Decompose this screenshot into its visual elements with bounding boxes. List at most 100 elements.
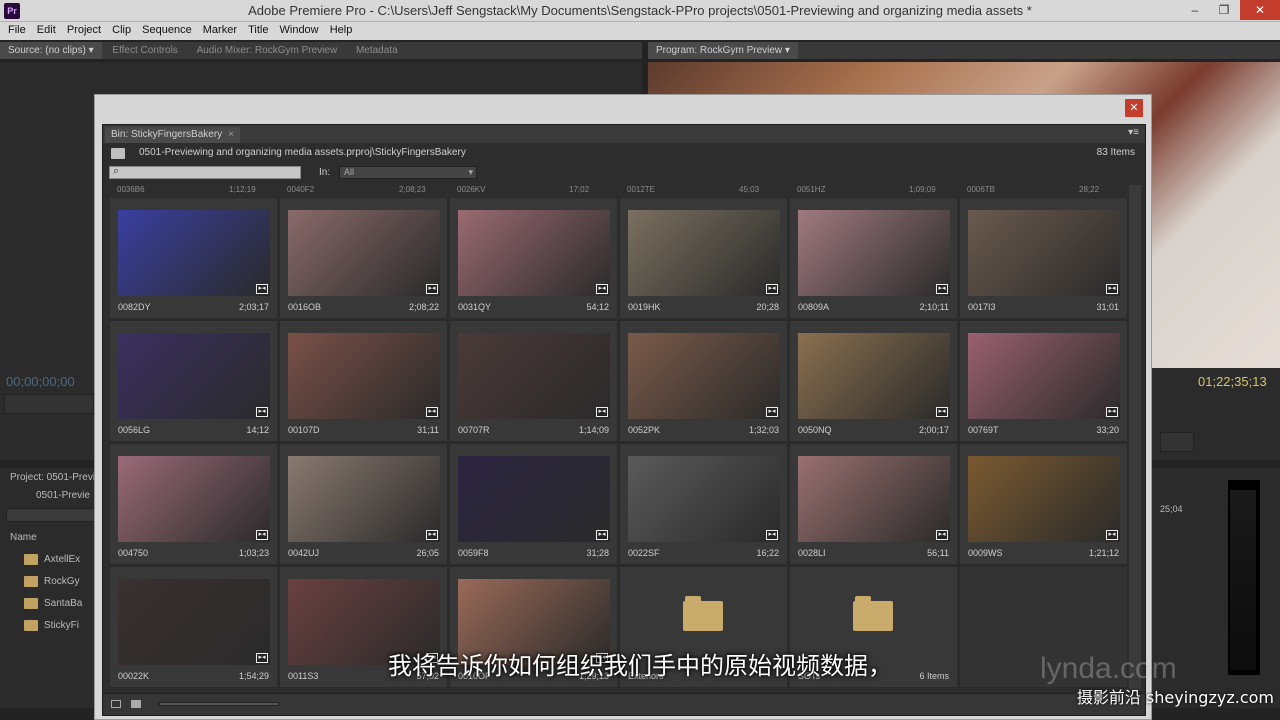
menu-help[interactable]: Help: [330, 22, 353, 38]
menu-title[interactable]: Title: [248, 22, 268, 38]
clip-thumbnail[interactable]: ▸◂: [288, 333, 440, 419]
clip-item[interactable]: ▸◂ 00107D 31;11: [279, 320, 448, 442]
project-item[interactable]: StickyFi: [12, 620, 79, 634]
project-item-label: AxtellEx: [44, 554, 81, 566]
clip-thumbnail[interactable]: ▸◂: [968, 456, 1120, 542]
clip-item[interactable]: ▸◂ 0022SF 16;22: [619, 443, 788, 565]
clip-duration: 1;32;03: [748, 425, 779, 435]
clip-duration: 2;08;22: [408, 302, 439, 312]
bin-scrollbar[interactable]: [1129, 185, 1141, 690]
menu-edit[interactable]: Edit: [37, 22, 56, 38]
clip-item[interactable]: ▸◂ 0056LG 14;12: [109, 320, 278, 442]
av-clip-icon: ▸◂: [426, 284, 438, 294]
clip-item[interactable]: ▸◂ 0042UJ 26;05: [279, 443, 448, 565]
clip-thumbnail[interactable]: ▸◂: [288, 456, 440, 542]
project-item-label: StickyFi: [44, 620, 79, 632]
clip-item[interactable]: ▸◂ 004750 1;03;23: [109, 443, 278, 565]
av-clip-icon: ▸◂: [256, 284, 268, 294]
clip-item[interactable]: ▸◂ 0016OB 2;08;22: [279, 197, 448, 319]
av-clip-icon: ▸◂: [596, 284, 608, 294]
folder-icon: [683, 596, 723, 631]
project-tab[interactable]: Project: 0501-Previ: [10, 472, 95, 486]
clip-item[interactable]: ▸◂ 0019HK 20;28: [619, 197, 788, 319]
panel-menu-icon[interactable]: ▾≡: [1128, 127, 1139, 138]
restore-button[interactable]: ❐: [1210, 0, 1238, 20]
clip-duration: 54;12: [586, 302, 609, 312]
menu-window[interactable]: Window: [280, 22, 319, 38]
project-item[interactable]: RockGy: [12, 576, 80, 590]
clip-thumbnail[interactable]: ▸◂: [968, 333, 1120, 419]
source-scrub-bar[interactable]: [4, 394, 94, 414]
menu-file[interactable]: File: [8, 22, 26, 38]
clip-item[interactable]: ▸◂ 0009WS 1;21;12: [959, 443, 1128, 565]
clip-item[interactable]: ▸◂ 00809A 2;10;11: [789, 197, 958, 319]
project-item[interactable]: SantaBa: [12, 598, 82, 612]
clip-item[interactable]: ▸◂ 0059F8 31;28: [449, 443, 618, 565]
clip-duration: 20;28: [756, 302, 779, 312]
clip-thumbnail[interactable]: ▸◂: [968, 210, 1120, 296]
project-item[interactable]: AxtellEx: [12, 554, 80, 568]
icon-view-icon[interactable]: [131, 700, 141, 708]
bin-path: 0501-Previewing and organizing media ass…: [139, 147, 466, 158]
clip-duration: 2;00;17: [918, 425, 949, 435]
project-search-input[interactable]: [6, 508, 96, 522]
clip-duration: 31;28: [586, 548, 609, 558]
minimize-button[interactable]: –: [1180, 0, 1210, 20]
clip-duration: 1;14;09: [578, 425, 609, 435]
tab-source[interactable]: Source: (no clips) ▾: [0, 42, 102, 59]
bin-window-close-button[interactable]: ✕: [1125, 99, 1143, 117]
clip-thumbnail[interactable]: ▸◂: [458, 333, 610, 419]
bin-search-input[interactable]: ⌕: [109, 165, 301, 179]
clip-item[interactable]: ▸◂ 0082DY 2;03;17: [109, 197, 278, 319]
clip-thumbnail[interactable]: ▸◂: [458, 456, 610, 542]
bin-item-count: 83 Items: [1096, 147, 1135, 158]
clip-item[interactable]: ▸◂ 0052PK 1;32;03: [619, 320, 788, 442]
clip-thumbnail[interactable]: ▸◂: [628, 210, 780, 296]
clip-thumbnail[interactable]: ▸◂: [118, 210, 270, 296]
tab-metadata[interactable]: Metadata: [348, 42, 406, 59]
clip-name: 0056LG: [118, 425, 151, 435]
close-window-button[interactable]: ✕: [1240, 0, 1280, 20]
clip-item[interactable]: ▸◂ 00707R 1;14;09: [449, 320, 618, 442]
clip-thumbnail[interactable]: ▸◂: [798, 333, 950, 419]
menu-project[interactable]: Project: [67, 22, 101, 38]
clip-item[interactable]: ▸◂ 0017I3 31;01: [959, 197, 1128, 319]
clip-thumbnail[interactable]: ▸◂: [458, 210, 610, 296]
clip-thumbnail[interactable]: ▸◂: [628, 456, 780, 542]
chevron-down-icon: ▾: [468, 167, 473, 177]
clip-name: 0059F8: [458, 548, 489, 558]
clip-item[interactable]: ▸◂ 0028LI 56;11: [789, 443, 958, 565]
clip-duration: 26;05: [416, 548, 439, 558]
menu-sequence[interactable]: Sequence: [142, 22, 192, 38]
project-name-column[interactable]: Name: [10, 532, 37, 546]
project-item-label: RockGy: [44, 576, 80, 588]
export-frame-button[interactable]: [1160, 432, 1194, 452]
clip-thumbnail[interactable]: ▸◂: [118, 333, 270, 419]
tab-audio-mixer[interactable]: Audio Mixer: RockGym Preview: [189, 42, 346, 59]
bin-in-dropdown[interactable]: All ▾: [339, 166, 477, 179]
clip-name: 0019HK: [628, 302, 661, 312]
close-icon[interactable]: ×: [228, 129, 234, 140]
menu-bar: File Edit Project Clip Sequence Marker T…: [0, 22, 1280, 40]
source-panel-tabs: Source: (no clips) ▾ Effect Controls Aud…: [0, 42, 642, 60]
clip-thumbnail[interactable]: ▸◂: [118, 456, 270, 542]
clip-name: 00769T: [968, 425, 999, 435]
clip-thumbnail[interactable]: ▸◂: [628, 333, 780, 419]
av-clip-icon: ▸◂: [766, 530, 778, 540]
zoom-slider[interactable]: [159, 702, 279, 706]
list-view-icon[interactable]: [111, 700, 121, 708]
clip-duration: 1;21;12: [1088, 548, 1119, 558]
clip-item[interactable]: ▸◂ 0031QY 54;12: [449, 197, 618, 319]
clip-item[interactable]: ▸◂ 0050NQ 2;00;17: [789, 320, 958, 442]
tab-effect-controls[interactable]: Effect Controls: [104, 42, 185, 59]
clip-duration: 2;03;17: [238, 302, 269, 312]
clip-thumbnail[interactable]: ▸◂: [798, 456, 950, 542]
menu-clip[interactable]: Clip: [112, 22, 131, 38]
program-panel-tabs: Program: RockGym Preview ▾: [648, 42, 1280, 60]
menu-marker[interactable]: Marker: [203, 22, 237, 38]
clip-item[interactable]: ▸◂ 00769T 33;20: [959, 320, 1128, 442]
clip-thumbnail[interactable]: ▸◂: [288, 210, 440, 296]
tab-program[interactable]: Program: RockGym Preview ▾: [648, 42, 798, 59]
bin-tab[interactable]: Bin: StickyFingersBakery ×: [105, 127, 240, 143]
clip-thumbnail[interactable]: ▸◂: [798, 210, 950, 296]
